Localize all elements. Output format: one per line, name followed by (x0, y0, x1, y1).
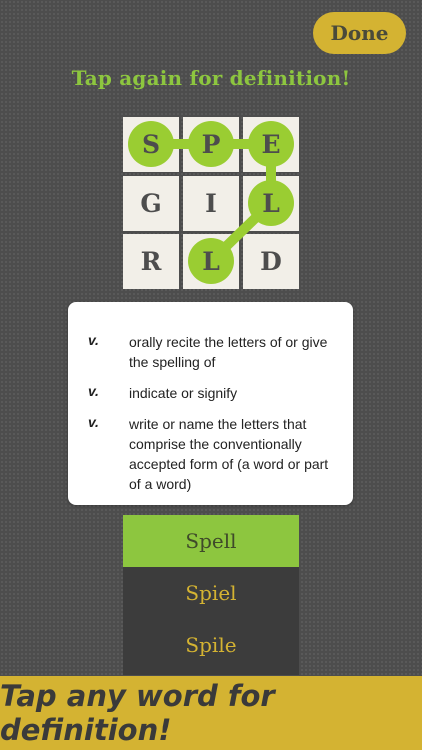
definition-text: indicate or signify (129, 385, 238, 401)
grid-letter: R (140, 247, 162, 276)
found-words-list: Spell Spiel Spile (123, 515, 299, 675)
grid-letter: G (140, 189, 162, 218)
part-of-speech: v. (88, 332, 99, 348)
definition-popup: v. orally recite the letters of or give … (68, 302, 353, 505)
letter-grid: S P E G I L R L D (123, 117, 299, 289)
grid-letter: S (141, 130, 161, 159)
promo-banner: Tap any word for definition! (0, 676, 422, 750)
definition-text: orally recite the letters of or give the… (129, 334, 328, 370)
grid-letter: L (202, 247, 220, 276)
word-item[interactable]: Spile (123, 619, 299, 671)
word-item[interactable]: Spell (123, 515, 299, 567)
grid-letter: L (262, 189, 280, 218)
grid-letter: D (260, 247, 282, 276)
part-of-speech: v. (88, 414, 99, 430)
instruction-text: Tap again for definition! (71, 66, 351, 90)
grid-letter: P (201, 130, 221, 159)
definition-text: write or name the letters that comprise … (129, 416, 329, 492)
word-item[interactable]: Spiel (123, 567, 299, 619)
part-of-speech: v. (88, 383, 99, 399)
done-button[interactable]: Done (313, 12, 406, 54)
grid-letter: I (205, 189, 217, 218)
grid-letter: E (261, 130, 281, 159)
